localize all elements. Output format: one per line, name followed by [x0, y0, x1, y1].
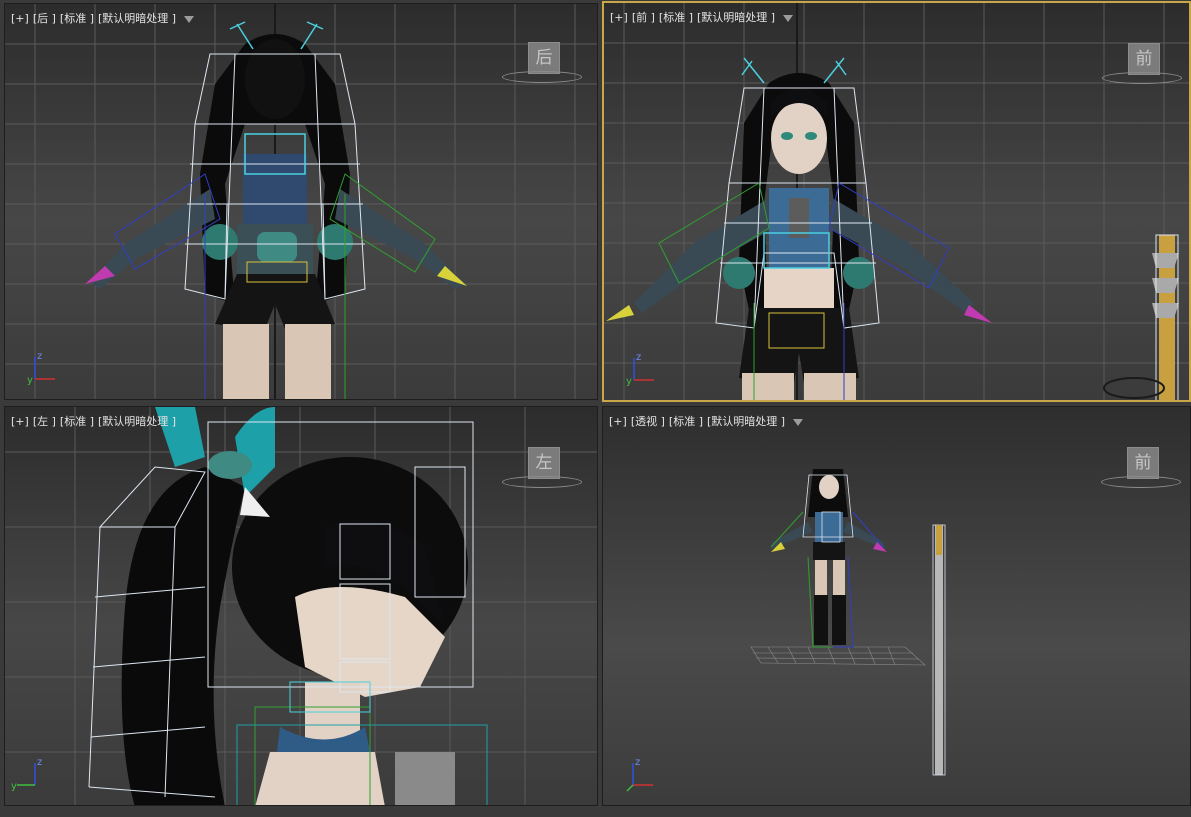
viewport-label-left[interactable]: [+] [左 ] [标准 ] [默认明暗处理 ] [11, 413, 180, 429]
axis-tripod-icon: z [626, 757, 653, 792]
axis-y-label: y [27, 375, 33, 386]
viewport-label-back[interactable]: [+] [后 ] [标准 ] [默认明暗处理 ] [11, 10, 195, 26]
viewcube-icon[interactable]: 前 [1102, 43, 1182, 88]
axis-tripod-icon: z y [27, 351, 55, 386]
viewport-standard-label[interactable]: [标准 ] [659, 11, 693, 24]
viewport-point-of-view-label[interactable]: [透视 ] [631, 415, 665, 428]
viewport-shading-label[interactable]: [默认明暗处理 ] [697, 11, 775, 24]
axis-z-label: z [636, 352, 641, 363]
viewport-front[interactable]: [+] [前 ] [标准 ] [默认明暗处理 ] 前 z y [602, 1, 1191, 402]
viewport-label-front[interactable]: [+] [前 ] [标准 ] [默认明暗处理 ] [610, 9, 794, 25]
axis-y-label: y [11, 781, 17, 792]
viewcube-icon[interactable]: 左 [502, 447, 582, 492]
viewport-standard-label[interactable]: [标准 ] [60, 415, 94, 428]
viewport-label-perspective[interactable]: [+] [透视 ] [标准 ] [默认明暗处理 ] [609, 413, 804, 429]
viewcube-icon[interactable]: 前 [1101, 447, 1181, 492]
axis-z-label: z [37, 757, 42, 768]
axis-tripod-icon: z y [626, 352, 654, 387]
viewport-point-of-view-label[interactable]: [后 ] [33, 12, 56, 25]
viewcube-ring[interactable] [1101, 476, 1181, 488]
viewport-point-of-view-label[interactable]: [前 ] [632, 11, 655, 24]
viewport-shading-label[interactable]: [默认明暗处理 ] [98, 415, 176, 428]
viewport-shading-label[interactable]: [默认明暗处理 ] [98, 12, 176, 25]
viewport-menu-plus[interactable]: [+] [11, 12, 29, 25]
filter-funnel-icon[interactable] [793, 418, 804, 426]
viewcube-face[interactable]: 左 [528, 447, 560, 479]
viewport-shading-label[interactable]: [默认明暗处理 ] [707, 415, 785, 428]
viewcube-face[interactable]: 前 [1127, 447, 1159, 479]
viewcube-icon[interactable]: 后 [502, 42, 582, 87]
viewcube-face[interactable]: 后 [528, 42, 560, 74]
viewport-standard-label[interactable]: [标准 ] [60, 12, 94, 25]
axis-y-label: y [626, 376, 632, 387]
viewport-perspective[interactable]: [+] [透视 ] [标准 ] [默认明暗处理 ] 前 z [602, 406, 1191, 806]
viewport-standard-label[interactable]: [标准 ] [669, 415, 703, 428]
viewport-menu-plus[interactable]: [+] [609, 415, 627, 428]
viewcube-ring[interactable] [502, 71, 582, 83]
viewport-menu-plus[interactable]: [+] [610, 11, 628, 24]
viewcube-ring[interactable] [502, 476, 582, 488]
axis-tripod-icon: z y [11, 757, 42, 792]
viewport-left[interactable]: [+] [左 ] [标准 ] [默认明暗处理 ] 左 z y [4, 406, 598, 806]
viewport-point-of-view-label[interactable]: [左 ] [33, 415, 56, 428]
filter-funnel-icon[interactable] [184, 15, 195, 23]
viewport-menu-plus[interactable]: [+] [11, 415, 29, 428]
filter-funnel-icon[interactable] [783, 14, 794, 22]
axis-z-label: z [37, 351, 42, 362]
viewcube-face[interactable]: 前 [1128, 43, 1160, 75]
viewport-back[interactable]: [+] [后 ] [标准 ] [默认明暗处理 ] 后 z y [4, 3, 598, 400]
axis-z-label: z [635, 757, 640, 768]
viewcube-ring[interactable] [1102, 72, 1182, 84]
